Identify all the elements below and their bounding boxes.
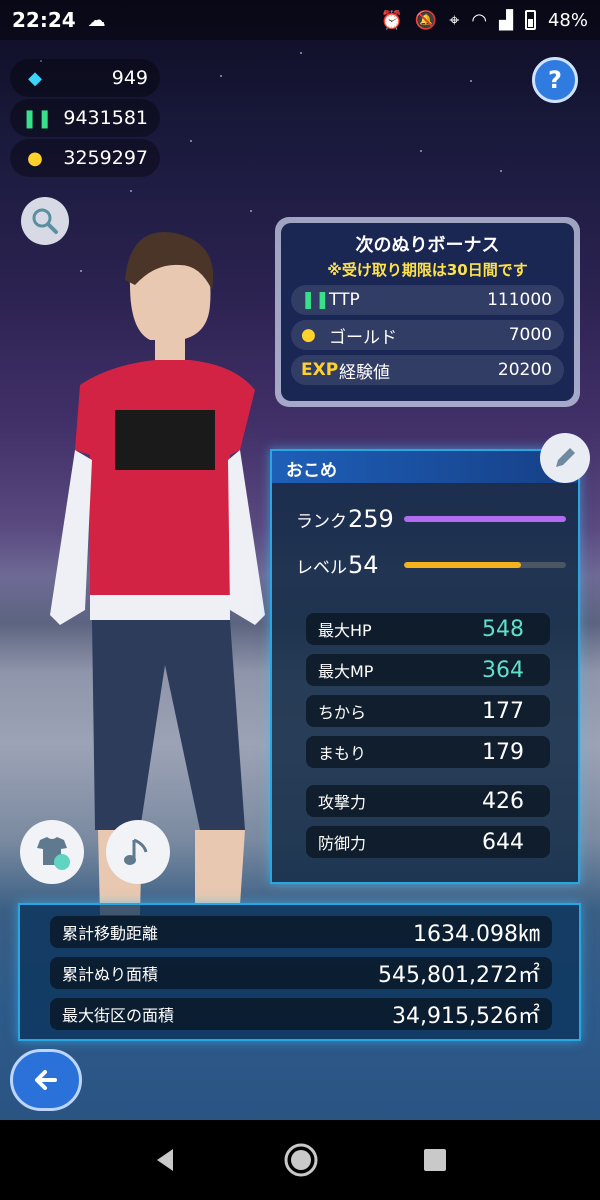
player-name: おこめ <box>272 451 578 483</box>
clock: 22:24 <box>12 8 76 32</box>
bonus-row-exp: EXP 経験値 20200 <box>291 355 564 385</box>
status-bar: 22:24 ☁ ⏰ 🔕 ⌖ ◠ ▟ 48% <box>0 0 600 40</box>
battery-level: 48% <box>547 9 588 31</box>
stat-max-mp: 最大MP 364 <box>306 654 550 686</box>
bonus-row-gold: ● ゴールド 7000 <box>291 320 564 350</box>
bonus-note: ※受け取り期限は30日間です <box>327 261 528 279</box>
music-note-icon <box>124 838 148 865</box>
nav-recents-icon[interactable] <box>421 1146 449 1174</box>
shirt-swap-icon <box>37 837 70 870</box>
notifications-off-icon: 🔕 <box>414 9 438 31</box>
rank-value: 259 <box>348 505 394 533</box>
level-bar <box>404 562 566 568</box>
pencil-icon <box>556 448 575 467</box>
footprints-icon: ❚❚ <box>301 290 330 310</box>
gem-icon: ◆ <box>28 67 42 89</box>
stat-defense: まもり 179 <box>306 736 550 768</box>
stat-attack-power: 攻撃力 426 <box>306 785 550 817</box>
nav-back-icon[interactable] <box>151 1145 181 1175</box>
gold-coin-icon: ● <box>301 325 316 345</box>
ttp-counter: ❚❚ 9431581 <box>10 99 160 137</box>
level-row: レベル 54 <box>296 551 566 579</box>
alarm-icon: ⏰ <box>380 9 403 31</box>
help-button[interactable]: ? <box>532 57 578 103</box>
nav-home-icon[interactable] <box>284 1143 318 1177</box>
total-distance: 累計移動距離 1634.098㎞ <box>50 916 552 948</box>
bonus-row-ttp: ❚❚ TTP 111000 <box>291 285 564 315</box>
max-block-area: 最大街区の面積 34,915,526㎡ <box>50 998 552 1030</box>
rank-bar <box>404 516 566 522</box>
player-stats-panel: おこめ ランク 259 レベル 54 最大HP 548 最大MP 364 ちから… <box>270 449 580 884</box>
stat-strength: ちから 177 <box>306 695 550 727</box>
exp-icon: EXP <box>301 360 339 380</box>
stat-defense-power: 防御力 644 <box>306 826 550 858</box>
battery-icon <box>524 10 536 30</box>
cloud-icon: ☁ <box>87 9 106 31</box>
stat-max-hp: 最大HP 548 <box>306 613 550 645</box>
gold-counter: ● 3259297 <box>10 139 160 177</box>
next-bonus-panel: 次のぬりボーナス ※受け取り期限は30日間です ❚❚ TTP 111000 ● … <box>275 217 580 407</box>
gem-counter: ◆ 949 <box>10 59 160 97</box>
signal-icon: ▟ <box>499 9 513 31</box>
change-outfit-button[interactable] <box>20 820 84 884</box>
location-icon: ⌖ <box>449 9 460 31</box>
bonus-title: 次のぬりボーナス <box>355 235 500 256</box>
system-nav-bar <box>0 1120 600 1200</box>
total-painted-area: 累計ぬり面積 545,801,272㎡ <box>50 957 552 989</box>
rank-row: ランク 259 <box>296 505 566 533</box>
arrow-left-icon <box>35 1070 57 1090</box>
gold-coin-icon: ● <box>27 147 43 169</box>
wifi-icon: ◠ <box>471 9 488 31</box>
edit-button[interactable] <box>540 433 590 483</box>
footprints-icon: ❚❚ <box>22 107 53 129</box>
back-button[interactable] <box>10 1049 82 1111</box>
level-value: 54 <box>348 551 379 579</box>
music-button[interactable] <box>106 820 170 884</box>
totals-panel: 累計移動距離 1634.098㎞ 累計ぬり面積 545,801,272㎡ 最大街… <box>18 903 581 1041</box>
